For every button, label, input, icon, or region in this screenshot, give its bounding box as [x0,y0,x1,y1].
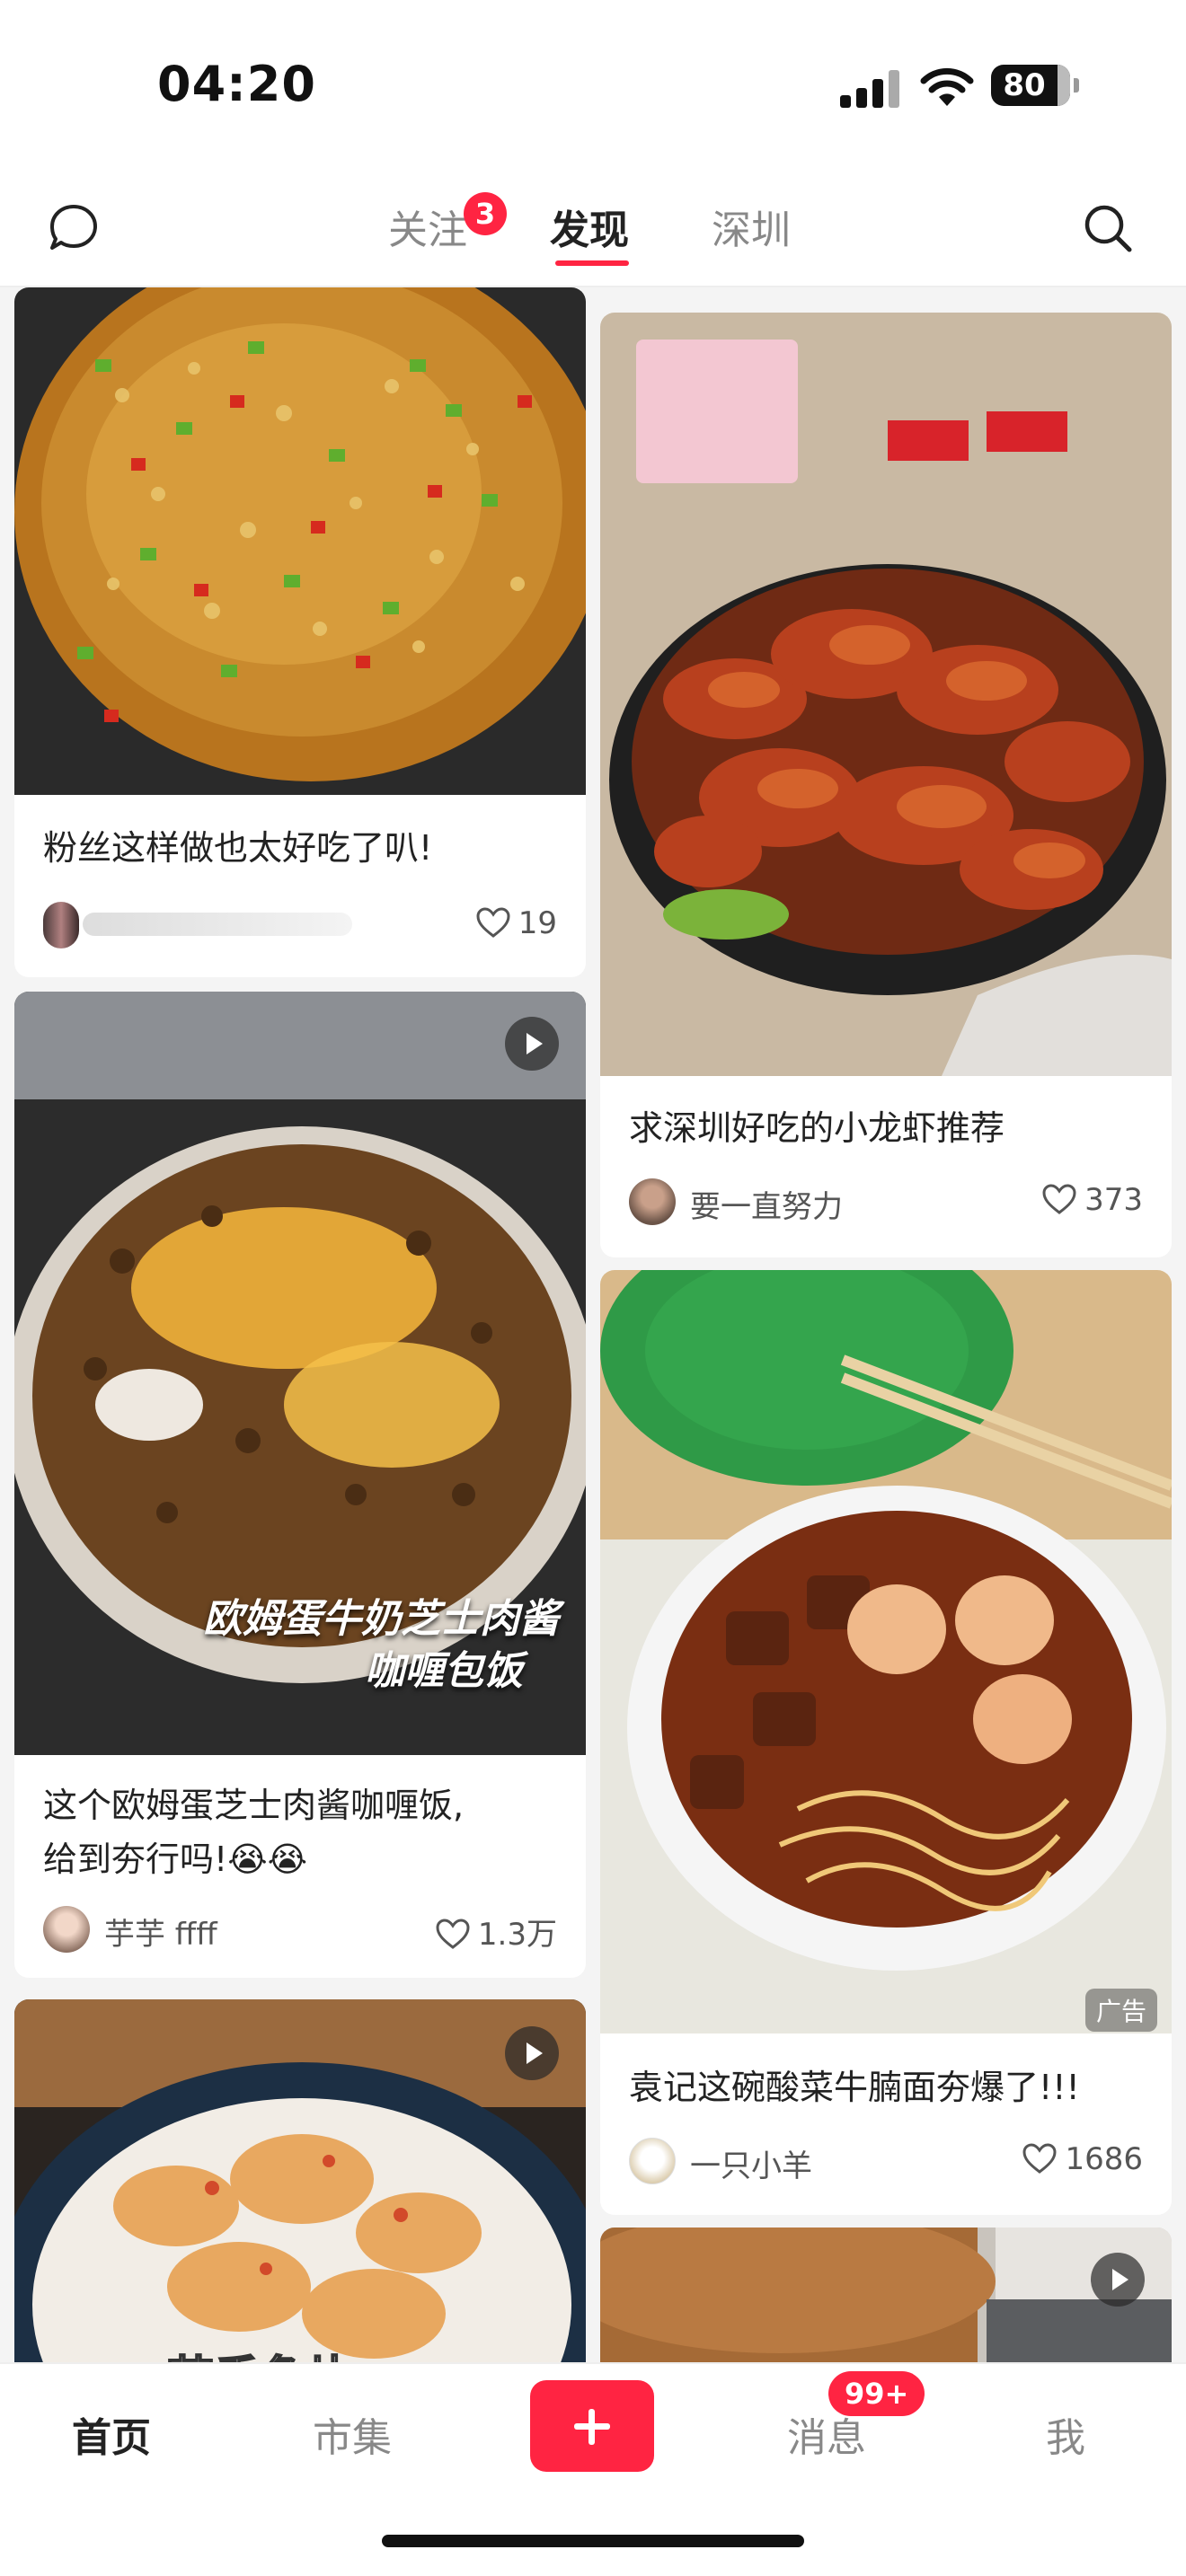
card-title: 这个欧姆蛋芝士肉酱咖喱饭, 给到夯行吗!😭😭 [43,1778,464,1886]
photo-caption-line1: 欧姆蛋牛奶芝士肉酱 [203,1596,559,1642]
active-tab-indicator [555,260,629,266]
tab-city[interactable]: 深圳 [712,198,791,255]
heart-icon [1042,1184,1076,1214]
cellular-signal-icon [840,70,899,108]
photo-caption-line2: 咖喱包饭 [365,1648,523,1694]
card-photo [600,2228,1172,2362]
card-title-line1: 这个欧姆蛋芝士肉酱咖喱饭, [43,1786,465,1825]
like-count-value: 1.3万 [477,1917,557,1953]
video-play-icon [505,1017,559,1071]
author-name[interactable]: 芋芋 ffff [104,1910,217,1954]
feed-card[interactable]: 苗香鱼片 [14,1999,586,2362]
messages-badge: 99+ [828,2371,925,2416]
like-count[interactable]: 19 [475,905,557,941]
video-play-icon [505,2026,559,2080]
status-time: 04:20 [157,56,316,112]
like-count-value: 19 [518,905,557,941]
card-title: 袁记这碗酸菜牛腩面夯爆了!!! [629,2068,1080,2107]
card-title: 粉丝这样做也太好吃了叭! [43,828,433,868]
heart-icon [1022,2143,1057,2174]
tab-follow[interactable]: 关注 [388,198,467,255]
photo-caption: 欧姆蛋牛奶芝士肉酱 咖喱包饭 [14,1593,586,1698]
heart-icon [476,907,510,938]
battery-icon: 80 [991,65,1079,106]
status-bar: 04:20 80 [0,0,1186,171]
card-meta: 一只小羊 1686 [629,2136,1143,2186]
video-play-icon [1091,2253,1145,2307]
card-photo [600,313,1172,1076]
feed: 粉丝这样做也太好吃了叭! 19 求深圳好吃的小龙虾推荐 要一直努力 373 欧姆… [0,287,1186,2362]
like-count[interactable]: 1.3万 [435,1910,557,1954]
heart-icon [436,1919,470,1949]
post-button[interactable] [530,2380,654,2472]
feed-card[interactable]: 求深圳好吃的小龙虾推荐 要一直努力 373 [600,313,1172,1257]
nav-home[interactable]: 首页 [72,2405,151,2463]
feed-card[interactable]: 欧姆蛋牛奶芝士肉酱 咖喱包饭 这个欧姆蛋芝士肉酱咖喱饭, 给到夯行吗!😭😭 芋芋… [14,992,586,1978]
card-photo [600,1270,1172,2033]
like-count-value: 373 [1084,1182,1143,1218]
card-photo [14,287,586,795]
photo-caption: 苗香鱼片 [167,2352,354,2362]
battery-level: 80 [1003,67,1046,103]
avatar[interactable] [629,2138,676,2184]
nav-me[interactable]: 我 [1046,2405,1085,2463]
like-count-value: 1686 [1065,2141,1143,2177]
ad-badge: 广告 [1084,1989,1157,2032]
nav-market[interactable]: 市集 [313,2405,392,2463]
author-name[interactable]: 要一直努力 [690,1182,843,1226]
card-meta: 19 [43,900,557,950]
avatar[interactable] [629,1178,676,1225]
like-count[interactable]: 1686 [1022,2141,1143,2177]
wifi-icon [920,67,974,106]
avatar[interactable] [43,1906,90,1953]
chat-bubble-icon[interactable] [47,201,101,255]
tab-discover[interactable]: 发现 [550,198,629,255]
author-name[interactable]: 一只小羊 [690,2141,812,2185]
card-meta: 芋芋 ffff 1.3万 [43,1904,557,1954]
feed-card[interactable]: 广告 袁记这碗酸菜牛腩面夯爆了!!! 一只小羊 1686 [600,1270,1172,2215]
feed-card[interactable]: 粉丝这样做也太好吃了叭! 19 [14,287,586,977]
search-icon[interactable] [1081,201,1135,255]
author-name-placeholder [83,913,352,936]
follow-badge: 3 [464,192,507,235]
feed-card[interactable] [600,2228,1172,2362]
card-title: 求深圳好吃的小龙虾推荐 [629,1108,1005,1148]
avatar[interactable] [43,902,79,948]
card-meta: 要一直努力 373 [629,1177,1143,1227]
card-photo: 苗香鱼片 [14,1999,586,2362]
home-indicator[interactable] [382,2535,804,2547]
screen: 04:20 80 关注 3 发现 深圳 粉丝这样做也太好吃了叭! 19 求深圳好… [0,0,1186,2576]
like-count[interactable]: 373 [1041,1182,1143,1218]
top-nav: 关注 3 发现 深圳 [0,171,1186,287]
card-title-line2: 给到夯行吗!😭😭 [43,1839,308,1879]
